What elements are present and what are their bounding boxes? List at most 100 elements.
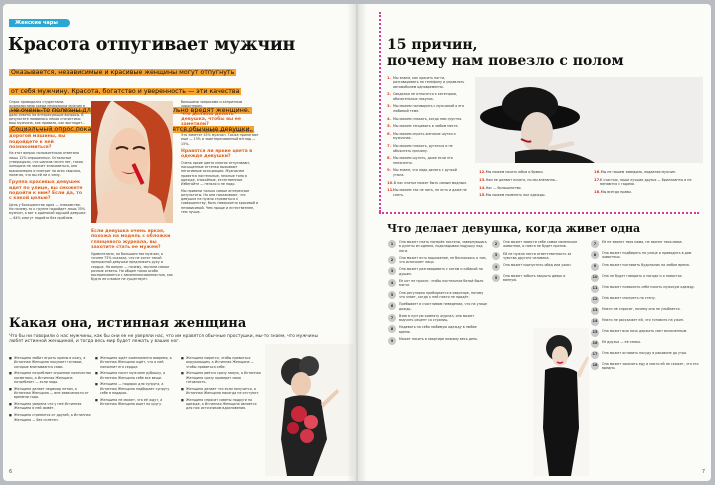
reason-item: 3. Мы можем поговорить с мужчиной о его л… [387, 104, 469, 113]
reason-text: Мы можем плакать, когда нам грустно. [393, 116, 463, 121]
reasons-list: 1. Мы знаем, как красить ногти, разговари… [387, 75, 469, 200]
item-number-badge: 6 [388, 302, 396, 311]
bullet-item: Женщина не может, что её ждут, а Истинна… [95, 398, 178, 407]
item-text: Она не будет говорить о погоде и о новос… [602, 273, 683, 278]
magazine-spread: Женские чары Красота отпугивает мужчин О… [3, 4, 711, 481]
item-text: Может носить в квартире пижаму весь день… [399, 337, 479, 342]
item-number-badge: 10 [591, 273, 599, 282]
article-title: Красота отпугивает мужчин [8, 35, 296, 55]
reason-item: 6. Мы можем играть женские шутки о мужчин… [387, 132, 469, 141]
item-text: Никто не спросит, почему она не улыбаетс… [602, 306, 681, 311]
numbered-item: 8 Она может подбирать на улице и приводит… [591, 251, 703, 260]
item-number-badge: 11 [591, 284, 599, 293]
numbered-item: 14 Никто не расскажет ей, что готовить на… [591, 317, 703, 326]
bullet-item: Женщина стремится от друзей, а Истинная … [9, 413, 92, 422]
item-text: Она может позволить себе носить мужскую … [602, 284, 695, 289]
item-text: Она может разговаривать с котом и собако… [399, 267, 483, 276]
reason-item: 8. Мы можем шутить, даже если это непонят… [387, 156, 469, 165]
numbered-item: 11 Она может позволить себе носить мужску… [591, 284, 703, 293]
bullet-item: Женщина спросит советы подруги по одежде… [181, 398, 261, 411]
list-title: 15 причин, почему нам повезло с полом [387, 37, 624, 69]
reason-number: 13. [479, 176, 486, 182]
bullet-item: Женщина уверена что у неё Истинная Женщи… [9, 402, 92, 411]
lead-line: от себя мужчину. Красота, богатство и ув… [9, 88, 242, 95]
numbered-item: 17 Она может оставить посуду в раковине д… [591, 350, 703, 359]
reason-item: 15. Мы можем поменять пол одежды. [479, 193, 589, 198]
item-text: Её кот не просит, чтобы постельное бельё… [399, 279, 484, 288]
woman-lipstick-photo [91, 101, 173, 223]
reason-text: Мы не пишем заведомо, подавляя мужчин. [600, 170, 677, 174]
dotted-divider [379, 212, 699, 214]
item-text: Ей не нужно нести ответственность за чув… [503, 251, 572, 260]
item-number-badge: 16 [591, 339, 599, 348]
question-heading: Что должна делать девушка, чтобы вы ее з… [181, 111, 241, 128]
reason-text: Мы можем плакать, ругаться и не объяснят… [393, 144, 453, 153]
item-number-badge: 8 [388, 325, 396, 334]
bullet-item: Женщина потребляет огромное количество к… [9, 371, 92, 384]
reason-item: 14. Нас — большинство. [479, 184, 589, 190]
reason-item: 10. В нас платье может быть самым модным. [387, 179, 469, 185]
item-text: Она может подбирать на улице и приводить… [602, 251, 692, 260]
sub-article-title: Какая она, истинная женщина [9, 316, 247, 331]
item-number-badge: 2 [492, 240, 500, 248]
reason-text: К счастью, наши лучшие друзья — бриллиан… [600, 177, 692, 187]
numbered-item: 1 Она может спать поперёк постели, заверн… [388, 240, 488, 253]
item-text: Она регулярно прибирается в квартире, по… [399, 290, 484, 299]
sub-list-title: Что делает девушка, когда живет одна [387, 222, 641, 235]
item-text: Её друзья — её семья. [602, 339, 641, 344]
reason-text: Мы можем играть женские шутки о мужчинах… [393, 132, 456, 141]
item-text: Она может забыть закрыть дверь в ванную. [503, 274, 566, 283]
item-number-badge: 9 [591, 262, 599, 271]
numbered-item: 12 Она может смотреть на стену. [591, 295, 703, 304]
reasons-list-3: 16. Мы не пишем заведомо, подавляя мужчин… [594, 169, 704, 198]
item-text: Она может оставить посуду в раковине до … [602, 350, 688, 355]
section-tag: Женские чары [9, 19, 70, 27]
bullet-item: Женщина делает что если получится, а Ист… [181, 387, 261, 396]
item-text: Надевать на себя любимую одежду в любое … [399, 325, 477, 334]
woman-hat-photo [475, 77, 703, 163]
bullet-item: Женщина любит играть кремы в кожу, а Ист… [9, 356, 92, 369]
item-number-badge: 14 [591, 317, 599, 326]
numbered-item: 5 Она регулярно прибирается в квартире, п… [388, 290, 488, 300]
answer-text: большими запросами и капризным характеро… [181, 100, 243, 109]
numbered-column-3: 7 Её не звонит твоя мама, не звонит твоя … [591, 240, 703, 373]
item-text: Взяв в пустую комнату журнал, она может … [399, 313, 475, 323]
reason-text: Мы можем поговорить с мужчиной о его люб… [393, 104, 465, 113]
reason-text: Нам не делают ничего, но мы внезапно... [485, 177, 559, 182]
list-title-line: почему нам повезло с полом [387, 53, 624, 69]
reason-text: Мы можем шутить, даже если это непонятно… [393, 156, 453, 165]
answer-text: На этот вопрос положительно ответило лиш… [9, 151, 83, 177]
bullet-column-2: Женщина ждёт комплимента вовремя, а Исти… [95, 356, 178, 409]
numbered-item: 2 Она может завести себе самое маленькое … [492, 240, 580, 249]
numbered-item: 3 Ей не нужно нести ответственность за чу… [492, 251, 580, 261]
item-number-badge: 15 [591, 328, 599, 337]
page-number: 6 [9, 469, 13, 475]
numbered-item: 7 Её не звонит твоя мама, не звонит твоя … [591, 240, 703, 248]
text-column-1: Опрос проводился студентами-журналистами… [9, 100, 86, 220]
reason-text: Мы знаем, что надо делать с ручкой утюга… [393, 168, 457, 177]
numbered-item: 3 Она может разговаривать с котом и собак… [388, 267, 488, 276]
item-text: Она может заказать еду и никто ей не ска… [602, 361, 699, 370]
item-text: Она может есть мороженое, не беспокоясь … [399, 255, 487, 265]
bullet-item: Женщина делает педикюр летом, а Истинная… [9, 387, 92, 400]
item-number-badge: 5 [388, 290, 396, 299]
reason-number: 10. [387, 179, 394, 185]
page-number: 7 [701, 469, 705, 475]
numbered-item: 2 Она может есть мороженое, не беспокоясь… [388, 255, 488, 265]
question-heading: Если девушка очень яркая, похожа на моде… [91, 229, 171, 251]
reason-number: 14. [479, 184, 486, 190]
item-text: Она может спать поперёк постели, заверну… [399, 240, 487, 253]
reason-text: Свиданья не относятся к категории, обяза… [393, 92, 457, 101]
item-text: Она может всю ночь держать свет включенн… [602, 328, 688, 333]
numbered-item: 8 Надевать на себя любимую одежду в любое… [388, 325, 488, 334]
numbered-item: 4 Её кот не просит, чтобы постельное бель… [388, 279, 488, 288]
reason-text: Мы можем носить юбки и брюки. [485, 170, 544, 174]
item-number-badge: 12 [591, 295, 599, 304]
question-heading: Нравятся ли яркие цвета в одежде девушки… [181, 149, 253, 160]
item-number-badge: 7 [591, 240, 599, 248]
numbered-item: 16 Её друзья — её семья. [591, 339, 703, 348]
answer-text: Удивительно, но большинство мужчин, а то… [91, 251, 173, 282]
reason-text: Мы всегда правы. [600, 189, 632, 194]
reason-item: 13. Нам не делают ничего, но мы внезапно.… [479, 176, 589, 182]
numbered-item: 10 Она не будет говорить о погоде и о нов… [591, 273, 703, 282]
